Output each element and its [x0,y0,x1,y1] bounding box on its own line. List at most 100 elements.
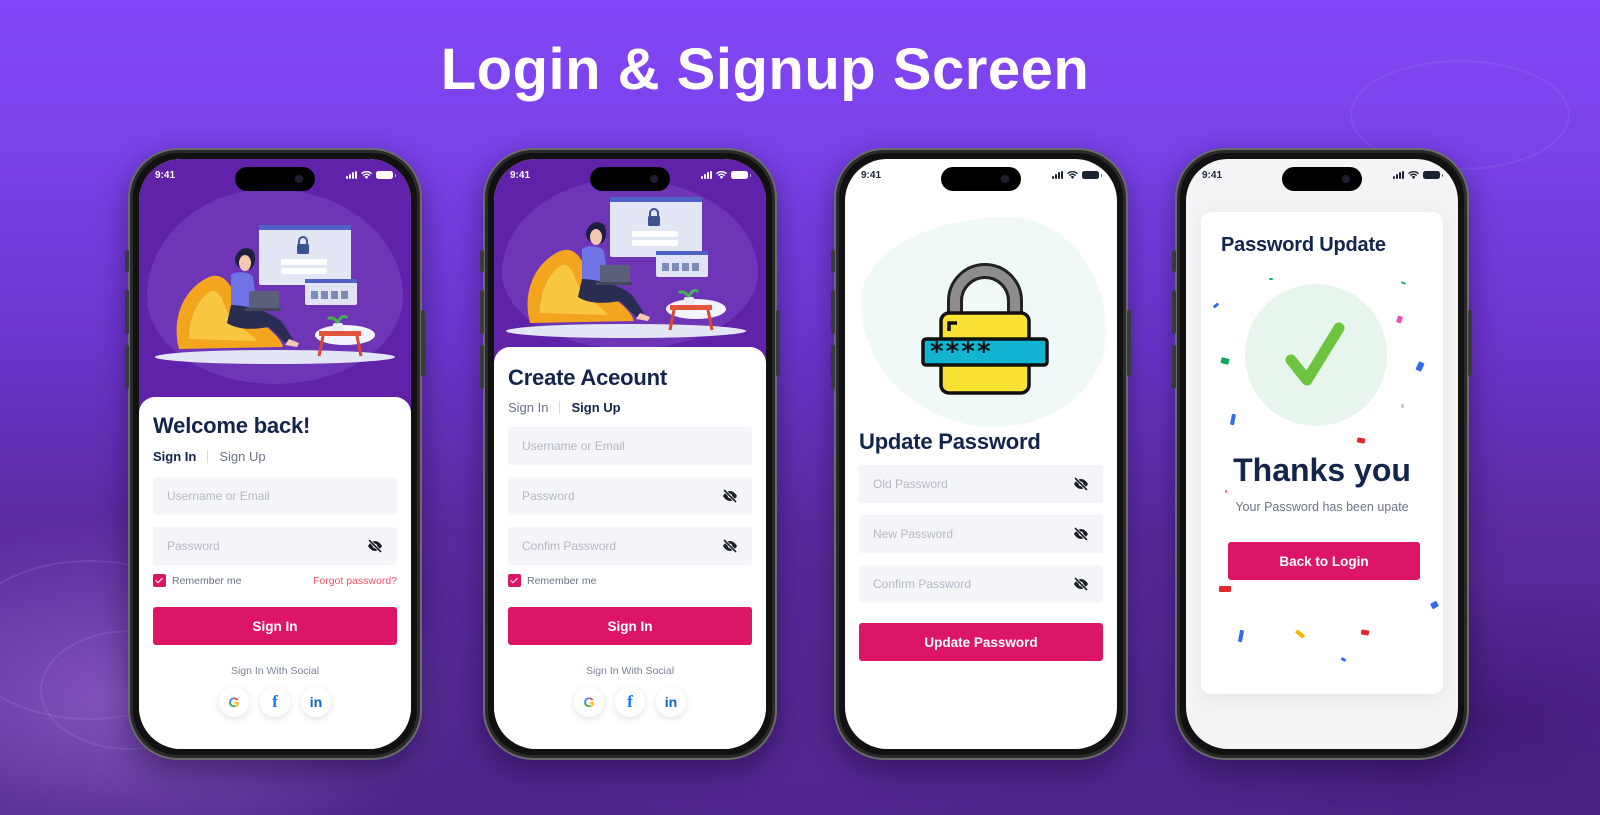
battery-icon [1082,171,1102,179]
screen-sign-up: 9:41 Create Aceount Sign In Sign Up User… [494,159,766,749]
auth-tabs: Sign In Sign Up [508,400,752,415]
signal-icon [1393,171,1404,179]
new-password-input[interactable] [873,527,1073,541]
person-laptop-illustration [155,225,395,364]
eye-off-icon[interactable] [1073,577,1089,591]
username-field[interactable] [508,427,752,465]
back-to-login-button[interactable]: Back to Login [1228,542,1420,580]
social-label: Sign In With Social [585,665,675,677]
social-label: Sign In With Social [230,665,320,677]
page-headline: Login & Signup Screen [440,37,1090,102]
confetti-piece [1225,490,1227,493]
eye-off-icon[interactable] [367,539,383,553]
confirm-password-input[interactable] [522,539,722,553]
wifi-icon [1408,171,1419,179]
confirm-password-input[interactable] [873,577,1073,591]
success-card: Password Update Thanks you Your Password… [1201,212,1443,694]
status-time: 9:41 [1202,169,1223,181]
sign-in-button[interactable]: Sign In [508,607,752,645]
confetti-piece [1269,278,1273,280]
lock-mask-text: ****_ [929,337,1008,367]
confirm-password-field[interactable] [859,565,1103,603]
username-field[interactable] [153,477,397,515]
remember-me-checkbox[interactable]: Remember me [153,574,241,587]
signal-icon [1052,171,1063,179]
remember-row: Remember me Forgot password? [153,574,397,587]
old-password-field[interactable] [859,465,1103,503]
confetti-piece [1415,361,1425,372]
confetti-piece [1237,629,1245,643]
remember-row: Remember me [508,574,752,587]
phone-sign-up: 9:41 Create Aceount Sign In Sign Up User… [480,148,780,760]
password-input[interactable] [167,539,367,553]
sign-in-button[interactable]: Sign In [153,607,397,645]
old-password-input[interactable] [873,477,1073,491]
update-password-button[interactable]: Update Password [859,623,1103,661]
confetti-piece [1219,586,1231,592]
password-input[interactable] [522,489,722,503]
status-time: 9:41 [155,169,176,181]
tab-sign-up[interactable]: Sign Up [571,400,620,415]
checkmark-icon [1285,322,1345,386]
update-password-title: Update Password [859,429,1041,454]
google-icon: G [583,694,595,710]
facebook-login-button[interactable]: f [260,687,290,717]
tab-sign-in[interactable]: Sign In [508,400,548,415]
facebook-login-button[interactable]: f [615,687,645,717]
dynamic-island [235,167,315,191]
eye-off-icon[interactable] [1073,527,1089,541]
linkedin-icon: in [664,694,678,710]
tab-sign-in[interactable]: Sign In [153,449,196,464]
battery-icon [1423,171,1443,179]
thanks-heading: Thanks you [1233,452,1411,488]
google-login-button[interactable]: G [219,687,249,717]
screen-sign-in: 9:41 Welcome back! Sign In Sign Up Usern… [139,159,411,749]
password-field[interactable] [508,477,752,515]
password-field[interactable] [153,527,397,565]
google-login-button[interactable]: G [574,687,604,717]
confirm-password-field[interactable] [508,527,752,565]
screen-password-updated: 9:41 Password Update Thanks you Your Pas… [1186,159,1458,749]
dynamic-island [941,167,1021,191]
eye-off-icon[interactable] [1073,477,1089,491]
remember-me-label: Remember me [172,574,242,587]
confetti-piece [1429,600,1440,610]
create-account-title: Create Aceount [508,365,667,390]
wifi-icon [361,171,372,179]
confetti-piece [1360,629,1370,636]
checkbox-checked-icon[interactable] [153,574,166,587]
phone-sign-in: 9:41 Welcome back! Sign In Sign Up Usern… [125,148,425,760]
username-input[interactable] [167,489,383,503]
confetti-piece [1340,656,1347,663]
linkedin-icon: in [309,694,323,710]
password-update-title: Password Update [1221,234,1386,256]
person-laptop-illustration [506,197,746,338]
google-icon: G [228,694,240,710]
confetti-piece [1220,357,1230,365]
phone-update-password: 9:41 ****_ Update Password Update Passwo… [831,148,1131,760]
facebook-icon: f [272,692,278,711]
username-input[interactable] [522,439,738,453]
confetti-piece [1401,404,1404,408]
sign-up-form: Create Aceount Sign In Sign Up Rememb [494,347,766,749]
phone-password-updated: 9:41 Password Update Thanks you Your Pas… [1172,148,1472,760]
status-time: 9:41 [510,169,531,181]
linkedin-login-button[interactable]: in [656,687,686,717]
confetti-piece [1356,437,1366,444]
eye-off-icon[interactable] [722,489,738,503]
remember-me-checkbox[interactable]: Remember me [508,574,596,587]
tab-sign-up[interactable]: Sign Up [219,449,265,464]
signal-icon [346,171,357,179]
status-time: 9:41 [861,169,882,181]
checkbox-checked-icon[interactable] [508,574,521,587]
eye-off-icon[interactable] [722,539,738,553]
confetti-piece [1395,315,1404,324]
linkedin-login-button[interactable]: in [301,687,331,717]
new-password-field[interactable] [859,515,1103,553]
wifi-icon [1067,171,1078,179]
update-password-form: Update Password Update Password [859,429,1103,661]
confetti-piece [1212,302,1220,309]
success-message: Your Password has been upate [1235,500,1409,514]
forgot-password-link[interactable]: Forgot password? [313,575,397,587]
dynamic-island [590,167,670,191]
